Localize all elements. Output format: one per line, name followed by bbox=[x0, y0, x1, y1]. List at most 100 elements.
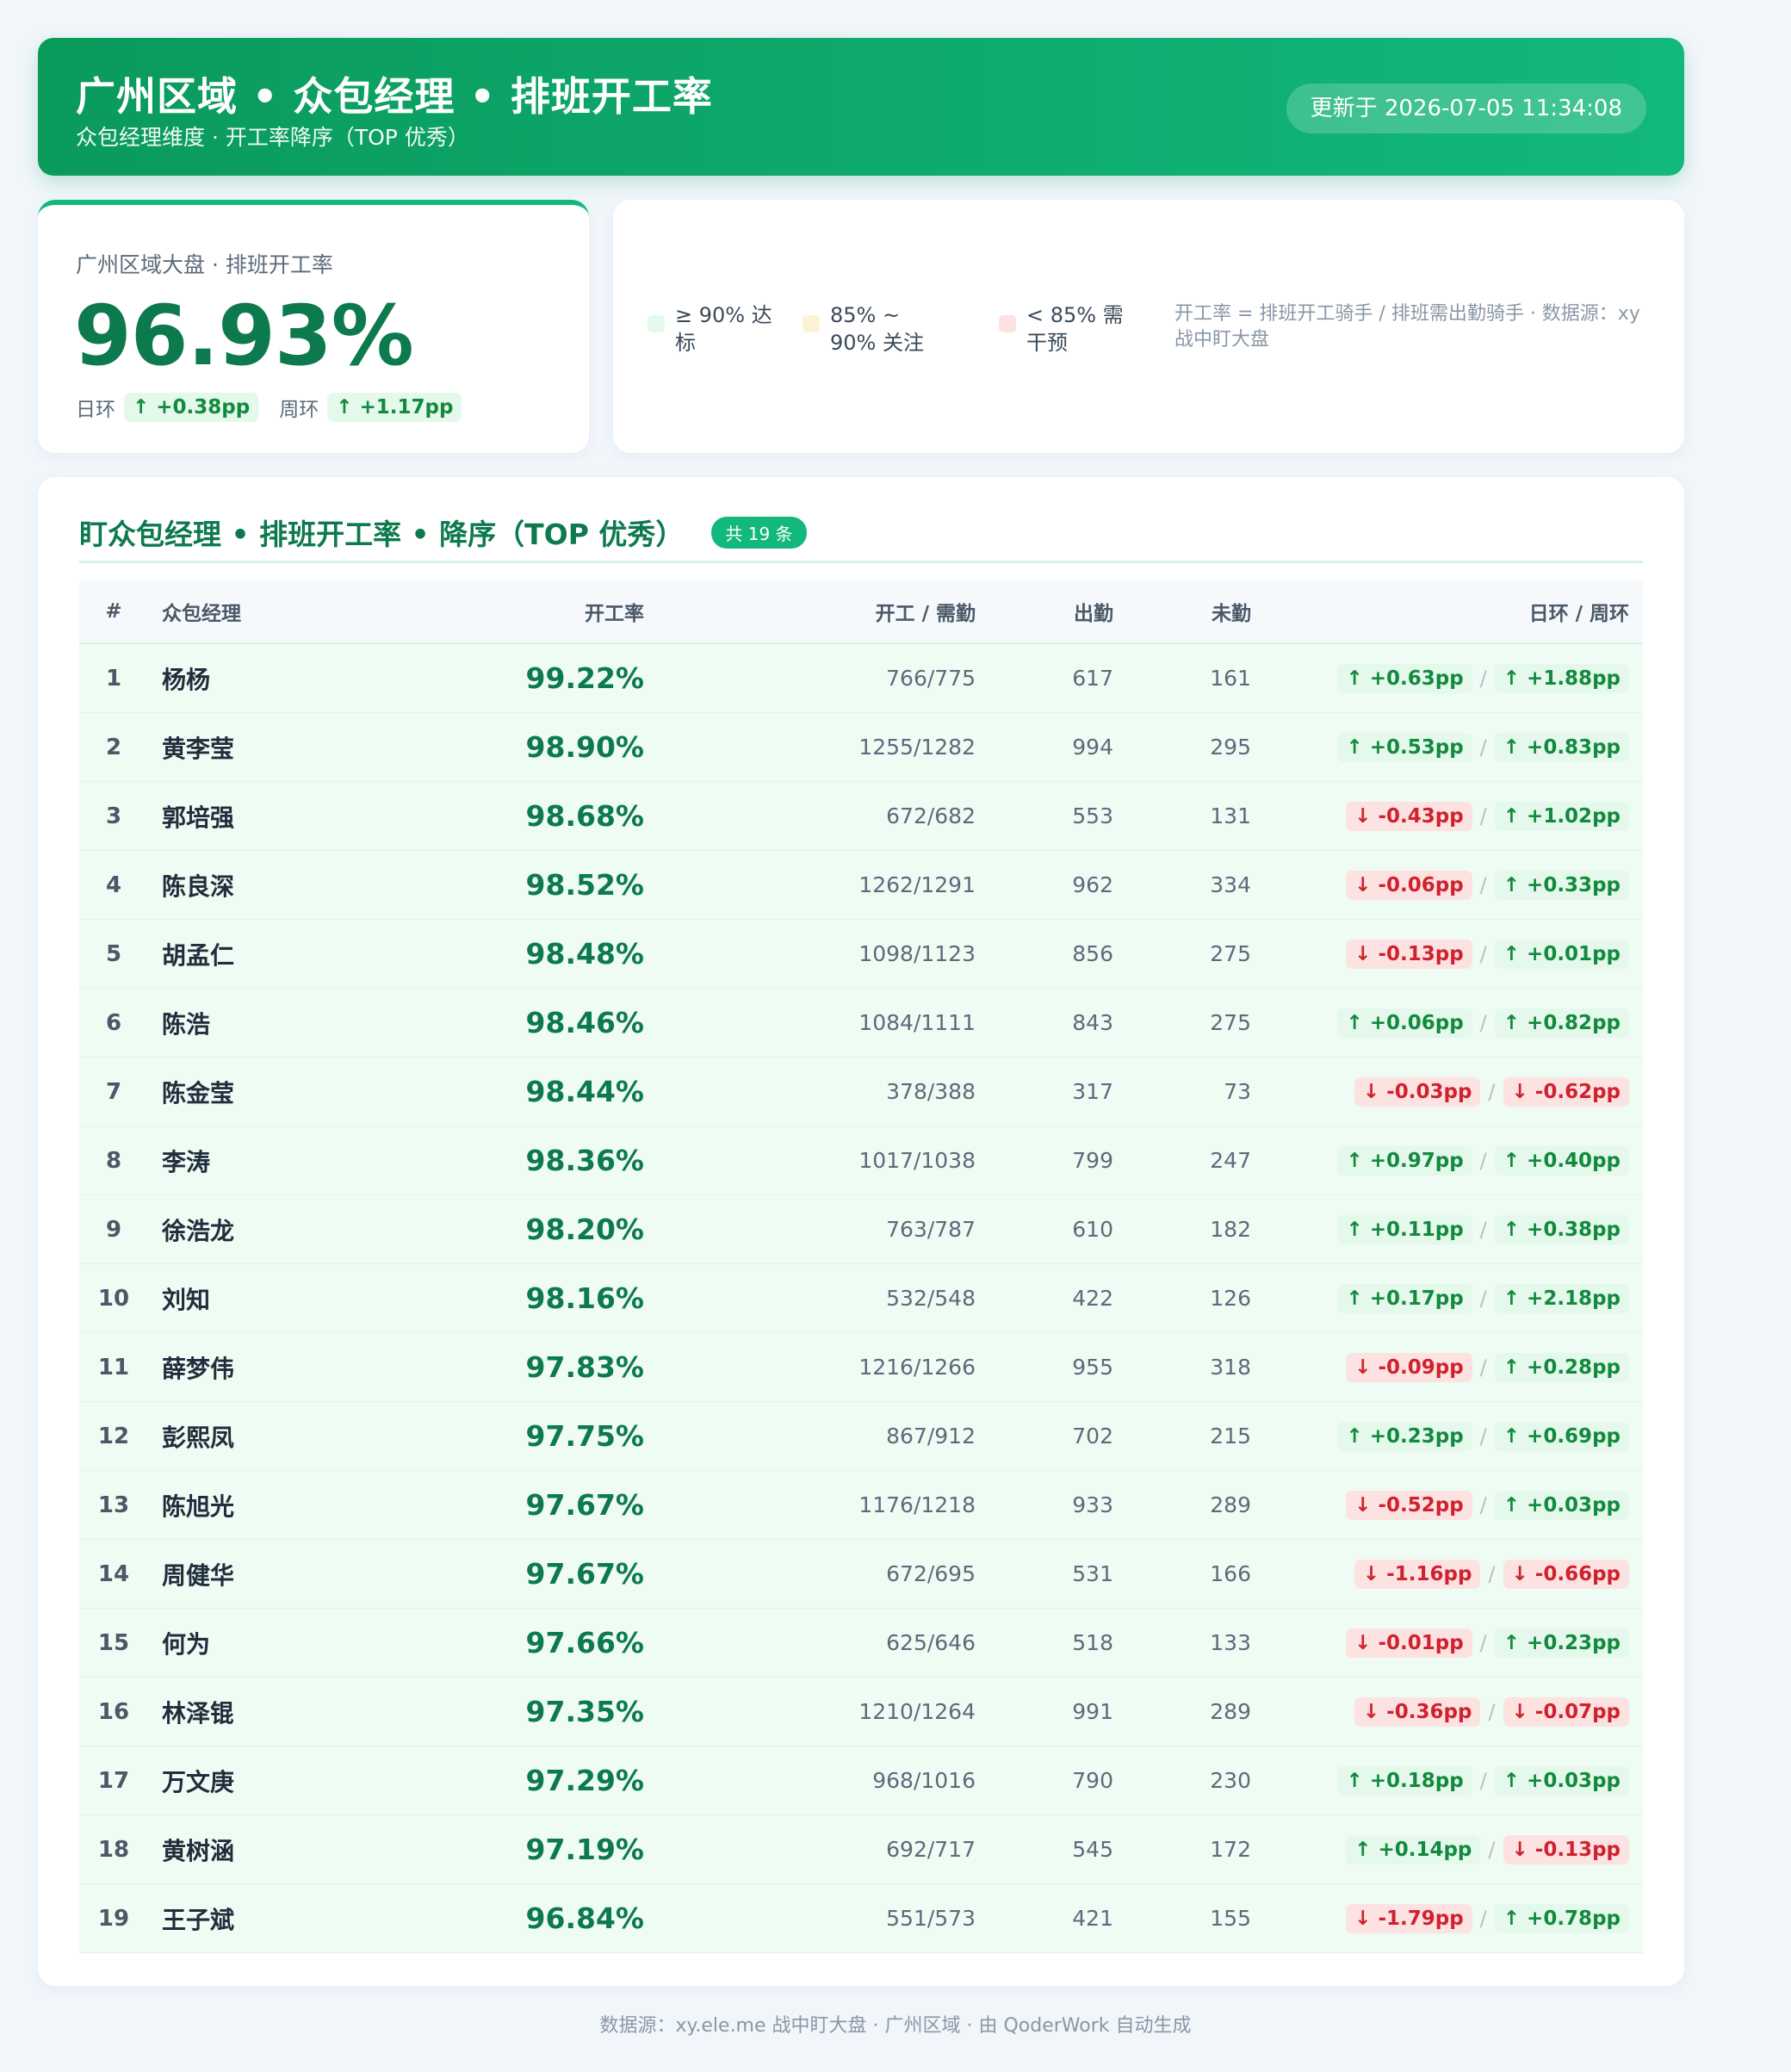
table-row: 13 陈旭光 97.67% 1176/1218 933 289 ↓ -0.52pp / ↑ +0… bbox=[79, 1471, 1643, 1540]
week-change-badge: ↑ +0.82pp bbox=[1494, 1008, 1629, 1038]
day-change-badge: ↑ +0.14pp bbox=[1346, 1834, 1481, 1864]
day-change-badge: ↓ -0.13pp bbox=[1346, 939, 1472, 969]
row-index: 14 bbox=[97, 1560, 130, 1587]
change-separator: / bbox=[1488, 1561, 1496, 1586]
day-change-badge: ↓ -0.06pp bbox=[1346, 870, 1472, 900]
absent-count: 289 bbox=[1210, 1492, 1251, 1517]
change-separator: / bbox=[1479, 735, 1487, 760]
attendance-count: 799 bbox=[1072, 1148, 1113, 1173]
started-required-ratio: 968/1016 bbox=[872, 1768, 976, 1793]
day-change-badge: ↑ +0.06pp bbox=[1337, 1008, 1472, 1038]
row-index: 15 bbox=[97, 1629, 130, 1656]
manager-name: 陈浩 bbox=[162, 1009, 211, 1039]
started-required-ratio: 1084/1111 bbox=[858, 1010, 976, 1035]
absent-count: 172 bbox=[1210, 1837, 1251, 1862]
absent-count: 73 bbox=[1224, 1079, 1251, 1104]
table-row: 12 彭熙凤 97.75% 867/912 702 215 ↑ +0.23pp / ↑ +0.6… bbox=[79, 1402, 1643, 1471]
legend-label: 85% ~ 90% 关注 bbox=[830, 303, 924, 355]
column-header-change: 日环 / 周环 bbox=[1528, 603, 1629, 625]
column-header-attendance: 出勤 bbox=[1074, 603, 1113, 625]
row-index: 6 bbox=[105, 1009, 122, 1036]
attendance-count: 991 bbox=[1072, 1699, 1113, 1724]
day-change-badge: ↑ +0.11pp bbox=[1337, 1214, 1472, 1244]
table-row: 1 杨杨 99.22% 766/775 617 161 ↑ +0.63pp / ↑ +1.88p… bbox=[79, 644, 1643, 713]
change-cell: ↑ +0.97pp / ↑ +0.40pp bbox=[1337, 1126, 1629, 1194]
table-row: 19 王子斌 96.84% 551/573 421 155 ↓ -1.79pp / ↑ +0.7… bbox=[79, 1884, 1643, 1953]
change-separator: / bbox=[1488, 1079, 1496, 1104]
attendance-rate: 97.35% bbox=[525, 1695, 644, 1728]
started-required-ratio: 692/717 bbox=[886, 1837, 976, 1862]
week-change-badge: ↑ +2.18pp bbox=[1494, 1283, 1629, 1313]
manager-name: 陈旭光 bbox=[162, 1492, 235, 1521]
change-separator: / bbox=[1479, 941, 1487, 966]
attendance-rate: 97.75% bbox=[525, 1419, 644, 1453]
week-change-badge: ↑ +0.78pp bbox=[1494, 1903, 1629, 1933]
table-body: 1 杨杨 99.22% 766/775 617 161 ↑ +0.63pp / ↑ +1.88p… bbox=[79, 644, 1643, 1953]
change-cell: ↓ -1.16pp / ↓ -0.66pp bbox=[1354, 1540, 1629, 1608]
started-required-ratio: 672/682 bbox=[886, 803, 976, 828]
page-subtitle: 众包经理维度 · 开工率降序（TOP 优秀） bbox=[76, 125, 469, 150]
attendance-count: 962 bbox=[1072, 872, 1113, 897]
manager-name: 郭培强 bbox=[162, 803, 235, 832]
change-cell: ↓ -0.03pp / ↓ -0.62pp bbox=[1354, 1058, 1629, 1126]
page-footer: 数据源：xy.ele.me 战中盯大盘 · 广州区域 · 由 QoderWork… bbox=[599, 2015, 1192, 2037]
change-separator: / bbox=[1479, 1768, 1487, 1793]
absent-count: 295 bbox=[1210, 735, 1251, 760]
started-required-ratio: 1017/1038 bbox=[858, 1148, 976, 1173]
manager-name: 彭熙凤 bbox=[162, 1423, 235, 1452]
legend-item-pass: ≥ 90% 达标 bbox=[648, 301, 777, 357]
week-change-badge: ↑ +0.03pp bbox=[1494, 1765, 1629, 1796]
attendance-count: 933 bbox=[1072, 1492, 1113, 1517]
attendance-rate: 97.83% bbox=[525, 1350, 644, 1384]
attendance-count: 610 bbox=[1072, 1217, 1113, 1242]
day-change-badge: ↓ -0.52pp bbox=[1346, 1490, 1472, 1520]
table-heading: 盯众包经理 • 排班开工率 • 降序（TOP 优秀） 共 19 条 bbox=[79, 512, 807, 553]
legend-label: ≥ 90% 达标 bbox=[675, 303, 772, 355]
change-cell: ↓ -0.06pp / ↑ +0.33pp bbox=[1346, 851, 1629, 919]
attendance-rate: 98.48% bbox=[525, 937, 644, 971]
table-row: 14 周健华 97.67% 672/695 531 166 ↓ -1.16pp / ↓ -0.6… bbox=[79, 1540, 1643, 1609]
day-change-badge: ↑ +0.18pp bbox=[1337, 1765, 1472, 1796]
change-cell: ↑ +0.14pp / ↓ -0.13pp bbox=[1346, 1815, 1629, 1883]
change-separator: / bbox=[1479, 1217, 1487, 1242]
attendance-count: 317 bbox=[1072, 1079, 1113, 1104]
absent-count: 275 bbox=[1210, 941, 1251, 966]
table-row: 4 陈良深 98.52% 1262/1291 962 334 ↓ -0.06pp / ↑ +0.… bbox=[79, 851, 1643, 920]
attendance-rate: 98.90% bbox=[525, 730, 644, 764]
manager-name: 杨杨 bbox=[162, 665, 211, 694]
absent-count: 126 bbox=[1210, 1286, 1251, 1311]
attendance-count: 955 bbox=[1072, 1355, 1113, 1380]
title-divider bbox=[79, 561, 1643, 563]
change-separator: / bbox=[1479, 1355, 1487, 1380]
column-header-ratio: 开工 / 需勤 bbox=[875, 603, 976, 625]
table-row: 3 郭培强 98.68% 672/682 553 131 ↓ -0.43pp / ↑ +1.02… bbox=[79, 782, 1643, 851]
week-change-badge: ↓ -0.62pp bbox=[1503, 1076, 1629, 1107]
attendance-count: 617 bbox=[1072, 666, 1113, 691]
started-required-ratio: 867/912 bbox=[886, 1424, 976, 1449]
attendance-rate: 97.19% bbox=[525, 1833, 644, 1866]
row-index: 8 bbox=[105, 1147, 122, 1174]
manager-name: 李涛 bbox=[162, 1147, 211, 1176]
change-cell: ↓ -0.01pp / ↑ +0.23pp bbox=[1346, 1609, 1629, 1677]
column-header-manager: 众包经理 bbox=[162, 603, 241, 625]
column-header-index: # bbox=[105, 600, 122, 623]
table-row: 6 陈浩 98.46% 1084/1111 843 275 ↑ +0.06pp / ↑ +0.8… bbox=[79, 989, 1643, 1058]
change-cell: ↓ -0.52pp / ↑ +0.03pp bbox=[1346, 1471, 1629, 1539]
started-required-ratio: 551/573 bbox=[886, 1906, 976, 1931]
attendance-rate: 96.84% bbox=[525, 1901, 644, 1935]
week-change-badge: ↑ +0.83pp bbox=[1494, 732, 1629, 762]
absent-count: 166 bbox=[1210, 1561, 1251, 1586]
absent-count: 155 bbox=[1210, 1906, 1251, 1931]
week-change-badge: ↑ +0.23pp bbox=[1494, 1628, 1629, 1658]
change-cell: ↑ +0.53pp / ↑ +0.83pp bbox=[1337, 713, 1629, 781]
manager-name: 王子斌 bbox=[162, 1905, 235, 1934]
manager-name: 陈金莹 bbox=[162, 1078, 235, 1107]
change-cell: ↑ +0.06pp / ↑ +0.82pp bbox=[1337, 989, 1629, 1057]
attendance-rate: 97.66% bbox=[525, 1626, 644, 1659]
row-index: 5 bbox=[105, 940, 122, 967]
absent-count: 289 bbox=[1210, 1699, 1251, 1724]
change-cell: ↑ +0.23pp / ↑ +0.69pp bbox=[1337, 1402, 1629, 1470]
kpi-label: 广州区域大盘 · 排班开工率 bbox=[76, 252, 333, 277]
attendance-rate: 98.16% bbox=[525, 1281, 644, 1315]
manager-name: 薛梦伟 bbox=[162, 1354, 235, 1383]
